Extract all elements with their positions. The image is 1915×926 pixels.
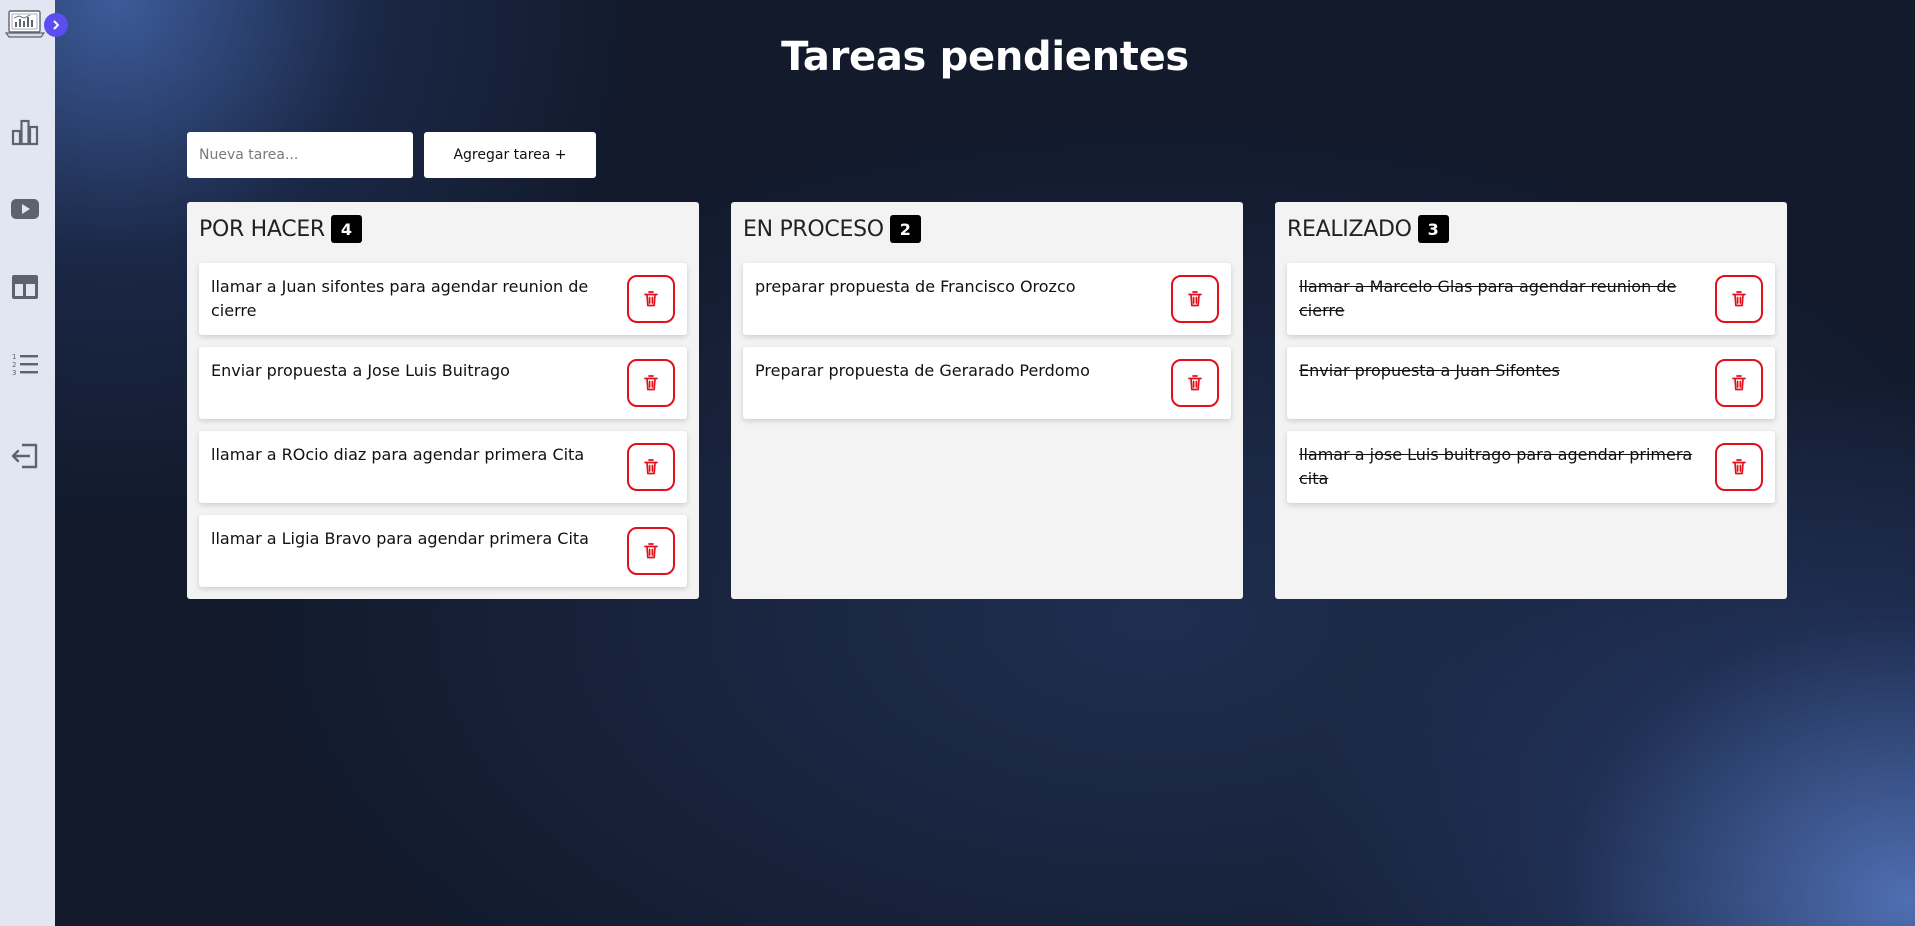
- column-title: REALIZADO: [1287, 216, 1412, 242]
- task-card[interactable]: preparar propuesta de Francisco Orozco: [743, 263, 1231, 335]
- add-task-button[interactable]: Agregar tarea +: [424, 132, 596, 178]
- main-content: Tareas pendientes Agregar tarea + POR HA…: [55, 0, 1915, 926]
- task-list: preparar propuesta de Francisco Orozco P…: [743, 263, 1231, 419]
- column-title: EN PROCESO: [743, 216, 884, 242]
- analytics-laptop-icon: [4, 9, 46, 39]
- task-text: llamar a Ligia Bravo para agendar primer…: [211, 529, 589, 548]
- dashboard-layout-icon: [12, 275, 38, 299]
- delete-task-button[interactable]: [1171, 275, 1219, 323]
- delete-task-button[interactable]: [1171, 359, 1219, 407]
- svg-text:3: 3: [12, 369, 16, 377]
- task-card[interactable]: llamar a Ligia Bravo para agendar primer…: [199, 515, 687, 587]
- numbered-list-icon: 1 2 3: [12, 353, 38, 377]
- column-header: POR HACER 4: [199, 215, 362, 243]
- page-title: Tareas pendientes: [781, 34, 1189, 80]
- delete-task-button[interactable]: [1715, 443, 1763, 491]
- task-card[interactable]: llamar a Marcelo Glas para agendar reuni…: [1287, 263, 1775, 335]
- trash-icon: [1188, 291, 1202, 307]
- column-header: REALIZADO 3: [1287, 215, 1449, 243]
- task-text: preparar propuesta de Francisco Orozco: [755, 277, 1076, 296]
- trash-icon: [1732, 375, 1746, 391]
- sidebar-item-charts[interactable]: [7, 114, 43, 150]
- task-text-completed: llamar a jose Luis buitrago para agendar…: [1299, 445, 1693, 488]
- sidebar-toggle-button[interactable]: [44, 13, 68, 37]
- sidebar-item-tasks[interactable]: 1 2 3: [7, 346, 43, 382]
- task-card[interactable]: Enviar propuesta a Jose Luis Buitrago: [199, 347, 687, 419]
- task-card[interactable]: llamar a ROcio diaz para agendar primera…: [199, 431, 687, 503]
- task-list: llamar a Marcelo Glas para agendar reuni…: [1287, 263, 1775, 503]
- trash-icon: [644, 375, 658, 391]
- task-card[interactable]: llamar a jose Luis buitrago para agendar…: [1287, 431, 1775, 503]
- column-por-hacer: POR HACER 4 llamar a Juan sifontes para …: [187, 202, 699, 599]
- column-title: POR HACER: [199, 216, 325, 242]
- trash-icon: [644, 291, 658, 307]
- trash-icon: [1732, 291, 1746, 307]
- svg-text:2: 2: [12, 361, 16, 369]
- logout-icon: [11, 443, 38, 469]
- column-en-proceso: EN PROCESO 2 preparar propuesta de Franc…: [731, 202, 1243, 599]
- task-text: Enviar propuesta a Jose Luis Buitrago: [211, 361, 510, 380]
- task-text: Preparar propuesta de Gerarado Perdomo: [755, 361, 1090, 380]
- trash-icon: [1188, 375, 1202, 391]
- sidebar-item-dashboard[interactable]: [7, 269, 43, 305]
- new-task-input[interactable]: [187, 132, 413, 178]
- svg-text:1: 1: [12, 353, 16, 361]
- column-realizado: REALIZADO 3 llamar a Marcelo Glas para a…: [1275, 202, 1787, 599]
- sidebar-item-logout[interactable]: [7, 438, 43, 474]
- count-badge: 4: [330, 215, 362, 243]
- video-play-icon: [11, 199, 39, 219]
- bar-chart-icon: [11, 119, 39, 146]
- task-text-completed: llamar a Marcelo Glas para agendar reuni…: [1299, 277, 1677, 320]
- task-card[interactable]: Enviar propuesta a Juan Sifontes: [1287, 347, 1775, 419]
- trash-icon: [644, 543, 658, 559]
- delete-task-button[interactable]: [1715, 359, 1763, 407]
- task-text: llamar a ROcio diaz para agendar primera…: [211, 445, 585, 464]
- delete-task-button[interactable]: [627, 275, 675, 323]
- delete-task-button[interactable]: [627, 527, 675, 575]
- delete-task-button[interactable]: [627, 443, 675, 491]
- sidebar: 1 2 3: [0, 0, 68, 926]
- task-text: llamar a Juan sifontes para agendar reun…: [211, 277, 589, 320]
- delete-task-button[interactable]: [627, 359, 675, 407]
- task-card[interactable]: Preparar propuesta de Gerarado Perdomo: [743, 347, 1231, 419]
- task-card[interactable]: llamar a Juan sifontes para agendar reun…: [199, 263, 687, 335]
- chevron-right-icon: [53, 20, 59, 30]
- trash-icon: [644, 459, 658, 475]
- delete-task-button[interactable]: [1715, 275, 1763, 323]
- column-header: EN PROCESO 2: [743, 215, 921, 243]
- task-list: llamar a Juan sifontes para agendar reun…: [199, 263, 687, 587]
- trash-icon: [1732, 459, 1746, 475]
- sidebar-item-videos[interactable]: [7, 191, 43, 227]
- task-text-completed: Enviar propuesta a Juan Sifontes: [1299, 361, 1560, 380]
- count-badge: 3: [1417, 215, 1449, 243]
- count-badge: 2: [889, 215, 921, 243]
